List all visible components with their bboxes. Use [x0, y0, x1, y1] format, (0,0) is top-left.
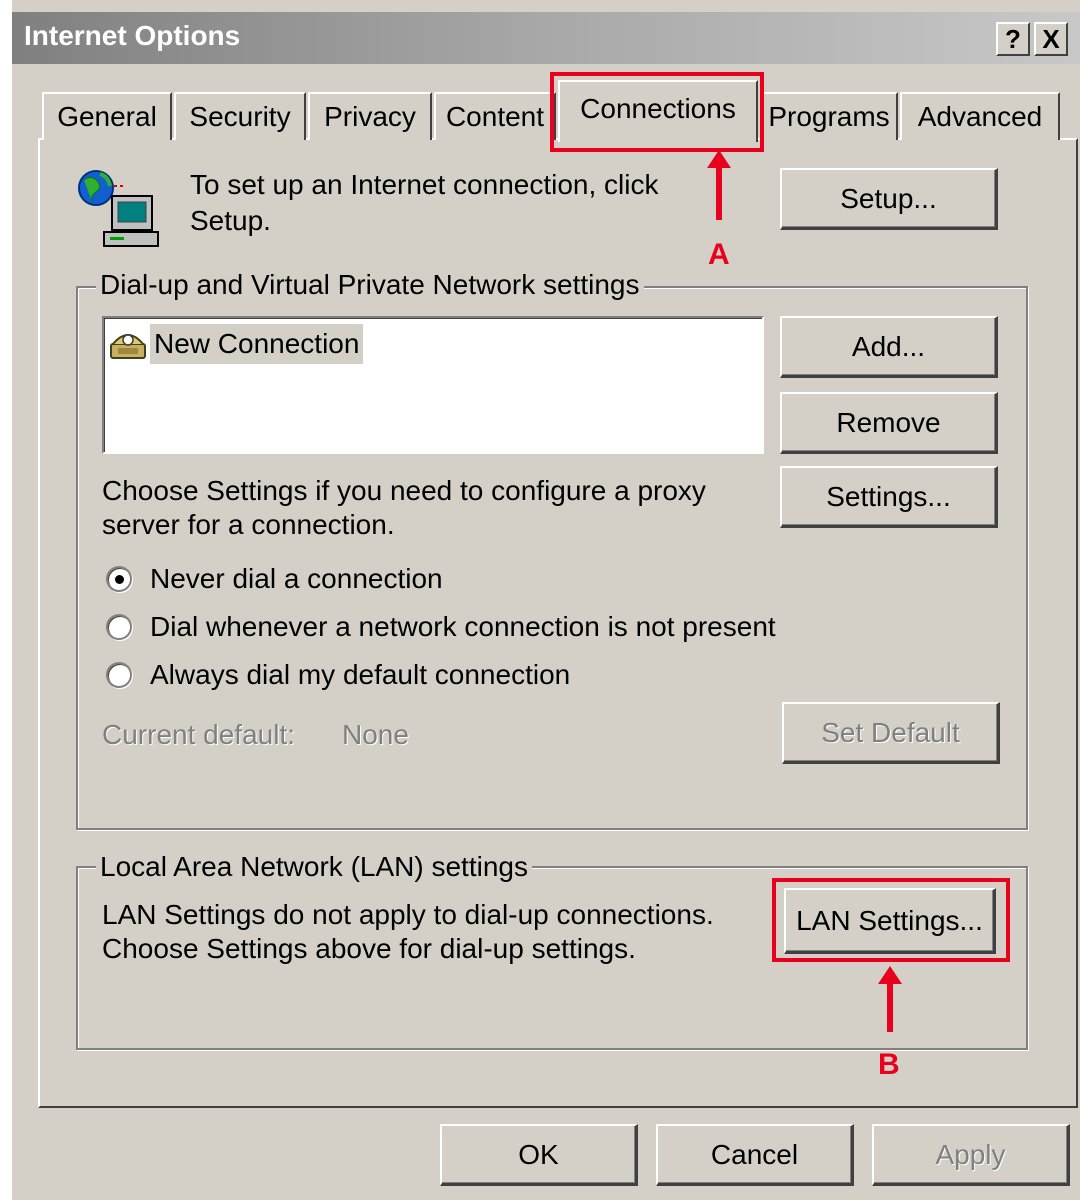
tab-programs-label: Programs [768, 101, 890, 132]
connection-name: New Connection [150, 324, 364, 364]
radio-always-dial-circle[interactable] [106, 662, 132, 688]
settings-description-line2: server for a connection. [102, 509, 395, 540]
radio-never-dial[interactable]: Never dial a connection [106, 562, 443, 596]
setup-button[interactable]: Setup... [780, 168, 998, 230]
setup-description-line1: To set up an Internet connection, click [190, 169, 659, 200]
radio-dial-when-needed[interactable]: Dial whenever a network connection is no… [106, 610, 776, 644]
tab-advanced-label: Advanced [917, 101, 1043, 132]
ok-button[interactable]: OK [440, 1124, 638, 1186]
settings-description-line1: Choose Settings if you need to configure… [102, 475, 706, 506]
list-item[interactable]: New Connection [108, 324, 364, 364]
cancel-button[interactable]: Cancel [656, 1124, 854, 1186]
lan-description-line1: LAN Settings do not apply to dial-up con… [102, 899, 714, 930]
dialup-group-label: Dial-up and Virtual Private Network sett… [96, 268, 644, 302]
radio-dial-when-needed-circle[interactable] [106, 614, 132, 640]
window-title: Internet Options [24, 20, 241, 51]
lan-description-line2: Choose Settings above for dial-up settin… [102, 933, 636, 964]
marker-b: B [878, 1048, 900, 1081]
radio-always-dial[interactable]: Always dial my default connection [106, 658, 570, 692]
tab-content-label: Content [445, 101, 545, 132]
internet-connection-icon [74, 166, 164, 252]
help-button[interactable]: ? [996, 22, 1030, 56]
radio-never-dial-label: Never dial a connection [150, 563, 443, 594]
tab-security[interactable]: Security [174, 92, 306, 140]
tab-privacy[interactable]: Privacy [308, 92, 432, 140]
current-default-label: Current default: [102, 719, 295, 750]
tab-advanced[interactable]: Advanced [900, 92, 1060, 140]
setup-description-line2: Setup. [190, 205, 271, 236]
tab-connections[interactable]: Connections [558, 80, 758, 142]
radio-dial-when-needed-label: Dial whenever a network connection is no… [150, 611, 776, 642]
apply-button[interactable]: Apply [872, 1124, 1070, 1186]
add-button[interactable]: Add... [780, 316, 998, 378]
remove-button[interactable]: Remove [780, 392, 998, 454]
current-default-value: None [342, 719, 409, 750]
arrow-b-shaft [887, 982, 893, 1032]
phone-connection-icon [108, 326, 148, 362]
connections-listbox[interactable]: New Connection [102, 316, 764, 454]
radio-never-dial-circle[interactable] [106, 566, 132, 592]
tab-general-label: General [57, 101, 157, 132]
lan-settings-highlight [772, 878, 1010, 962]
tab-security-label: Security [189, 101, 291, 132]
tab-connections-label: Connections [580, 93, 736, 124]
tab-general[interactable]: General [42, 92, 172, 140]
arrow-a-shaft [716, 166, 722, 220]
tab-programs[interactable]: Programs [760, 92, 898, 140]
title-bar[interactable]: Internet Options ? X [12, 12, 1080, 64]
close-button[interactable]: X [1034, 22, 1068, 56]
tab-privacy-label: Privacy [324, 101, 416, 132]
set-default-button[interactable]: Set Default [782, 702, 1000, 764]
lan-group-label: Local Area Network (LAN) settings [96, 850, 532, 884]
marker-a: A [708, 238, 730, 271]
radio-always-dial-label: Always dial my default connection [150, 659, 571, 690]
tab-content[interactable]: Content [434, 92, 556, 140]
internet-options-dialog: Internet Options ? X General Security Pr… [10, 0, 1080, 1200]
settings-button[interactable]: Settings... [780, 466, 998, 528]
